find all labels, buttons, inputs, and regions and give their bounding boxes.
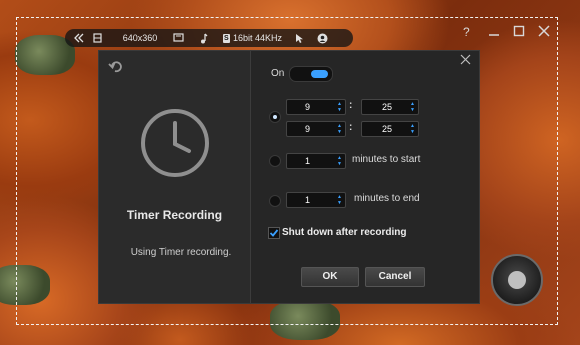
screen-icon[interactable]: [173, 29, 199, 47]
cursor-icon[interactable]: [295, 29, 317, 47]
maximize-icon[interactable]: [513, 25, 525, 40]
radio-minutes-to-end[interactable]: [269, 195, 281, 207]
end-hour-value: 9: [305, 124, 311, 134]
minutes-to-start-spinner[interactable]: 1 ▲ ▼: [286, 153, 346, 169]
minutes-to-end-spinner[interactable]: 1 ▲ ▼: [286, 192, 346, 208]
end-minute-value: 25: [382, 124, 393, 134]
film-icon[interactable]: [93, 29, 107, 47]
spinner-arrows-icon[interactable]: ▲ ▼: [336, 155, 343, 167]
shutdown-label[interactable]: Shut down after recording: [282, 227, 406, 238]
clock-icon: [139, 107, 211, 184]
cancel-button[interactable]: Cancel: [365, 267, 425, 287]
back-icon[interactable]: [108, 60, 122, 78]
radio-time-range[interactable]: [269, 111, 281, 123]
timer-toggle[interactable]: [289, 66, 333, 82]
dialog-title: Timer Recording: [126, 208, 223, 222]
help-icon[interactable]: ?: [463, 25, 470, 39]
audio-badge-icon: S: [223, 33, 230, 43]
start-minute-spinner[interactable]: 25 ▲ ▼: [361, 99, 419, 115]
colon-separator: :: [349, 100, 353, 111]
audio-format-label[interactable]: 16bit 44KHz: [233, 29, 295, 47]
spinner-arrows-icon[interactable]: ▲ ▼: [336, 123, 343, 135]
music-icon[interactable]: [199, 29, 223, 47]
spinner-arrows-icon[interactable]: ▲ ▼: [336, 101, 343, 113]
timer-recording-dialog: Timer Recording Using Timer recording. O…: [98, 50, 480, 304]
colon-separator: :: [349, 122, 353, 133]
dialog-description: Using Timer recording.: [130, 247, 232, 258]
end-hour-spinner[interactable]: 9 ▲ ▼: [286, 121, 346, 137]
capture-toolbar: 640x360 S 16bit 44KHz: [65, 29, 353, 47]
dialog-left-panel: Timer Recording Using Timer recording.: [99, 51, 251, 303]
minimize-icon[interactable]: [488, 25, 500, 40]
spinner-arrows-icon[interactable]: ▲ ▼: [409, 123, 416, 135]
start-hour-spinner[interactable]: 9 ▲ ▼: [286, 99, 346, 115]
webcam-icon[interactable]: [317, 29, 333, 47]
toggle-label: On: [271, 68, 285, 79]
spinner-arrows-icon[interactable]: ▲ ▼: [409, 101, 416, 113]
collapse-icon[interactable]: [65, 29, 93, 47]
record-button-icon[interactable]: [491, 254, 543, 306]
dialog-close-icon[interactable]: [460, 52, 471, 70]
close-icon[interactable]: [538, 25, 550, 40]
ok-button[interactable]: OK: [301, 267, 359, 287]
start-minute-value: 25: [382, 102, 393, 112]
minutes-to-start-value: 1: [305, 156, 311, 166]
resolution-label[interactable]: 640x360: [107, 29, 173, 47]
checkmark-icon: [269, 229, 279, 237]
end-minute-spinner[interactable]: 25 ▲ ▼: [361, 121, 419, 137]
spinner-arrows-icon[interactable]: ▲ ▼: [336, 194, 343, 206]
toggle-knob: [311, 70, 328, 78]
shutdown-checkbox[interactable]: [268, 227, 280, 239]
radio-minutes-to-start[interactable]: [269, 155, 281, 167]
minutes-to-end-label: minutes to end: [354, 193, 420, 204]
minutes-to-start-label: minutes to start: [352, 154, 421, 165]
minutes-to-end-value: 1: [305, 195, 311, 205]
start-hour-value: 9: [305, 102, 311, 112]
